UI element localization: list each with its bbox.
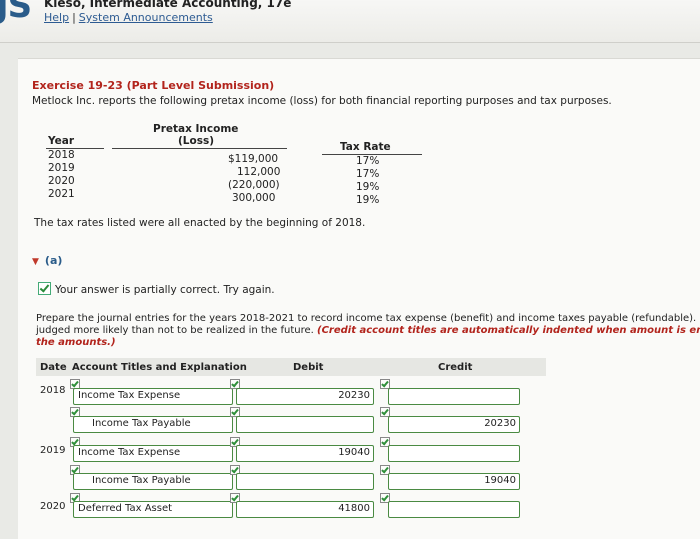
credit-input[interactable]: 20230 <box>388 416 520 433</box>
caret-down-icon: ▼ <box>32 257 39 267</box>
top-bar: JS Kieso, Intermediate Accounting, 17e H… <box>0 0 700 43</box>
account-input[interactable]: Income Tax Expense <box>73 445 233 462</box>
tax-row-rate: 19% <box>356 194 380 206</box>
part-a-label: (a) <box>44 254 63 267</box>
credit-input[interactable] <box>388 501 520 518</box>
pretax-header-rule <box>112 148 287 149</box>
account-input[interactable]: Income Tax Payable <box>73 473 233 490</box>
partially-correct-icon <box>38 282 51 295</box>
account-input[interactable]: Income Tax Expense <box>73 388 233 405</box>
app-logo: JS <box>0 0 32 26</box>
answer-status: Your answer is partially correct. Try ag… <box>38 282 275 296</box>
debit-input[interactable] <box>236 473 374 490</box>
tax-row-income: 112,000 <box>237 166 281 178</box>
debit-input[interactable]: 20230 <box>236 388 374 405</box>
tax-row-income: $119,000 <box>228 153 279 165</box>
instructions: Prepare the journal entries for the year… <box>36 313 700 349</box>
credit-input[interactable] <box>388 445 520 462</box>
pretax-header-line2: (Loss) <box>178 135 215 147</box>
exercise-title: Exercise 19-23 (Part Level Submission) <box>32 79 275 92</box>
tax-row-year: 2020 <box>48 175 75 187</box>
tax-row-rate: 17% <box>356 155 380 167</box>
tax-row-income: (220,000) <box>228 179 280 191</box>
entry-year: 2019 <box>40 445 66 456</box>
exercise-description: Metlock Inc. reports the following preta… <box>32 95 612 107</box>
tax-rate-header: Tax Rate <box>340 141 391 153</box>
pretax-header-line1: Pretax Income <box>153 123 239 135</box>
date-col-header: Date <box>40 362 67 373</box>
part-a-toggle[interactable]: ▼ (a) <box>32 254 62 267</box>
exercise-panel: Exercise 19-23 (Part Level Submission) M… <box>18 58 700 539</box>
tax-row-income: 300,000 <box>232 192 276 204</box>
tax-row-year: 2018 <box>48 149 75 161</box>
credit-col-header: Credit <box>438 362 473 373</box>
debit-input[interactable]: 41800 <box>236 501 374 518</box>
tax-rate-note: The tax rates listed were all enacted by… <box>34 217 366 229</box>
account-col-header: Account Titles and Explanation <box>72 362 247 373</box>
entry-year: 2018 <box>40 385 66 396</box>
credit-input[interactable]: 19040 <box>388 473 520 490</box>
journal-header: Date Account Titles and Explanation Debi… <box>36 358 546 376</box>
book-title: Kieso, Intermediate Accounting, 17e <box>44 0 292 10</box>
account-input[interactable]: Deferred Tax Asset <box>73 501 233 518</box>
account-input[interactable]: Income Tax Payable <box>73 416 233 433</box>
tax-row-rate: 19% <box>356 181 380 193</box>
link-separator: | <box>72 11 76 24</box>
debit-input[interactable]: 19040 <box>236 445 374 462</box>
top-links: Help | System Announcements <box>44 11 213 24</box>
tax-table: Pretax Income Year (Loss) Tax Rate 2018 … <box>32 123 442 207</box>
debit-input[interactable] <box>236 416 374 433</box>
entry-year: 2020 <box>40 501 66 512</box>
tax-row-year: 2019 <box>48 162 75 174</box>
credit-input[interactable] <box>388 388 520 405</box>
debit-col-header: Debit <box>293 362 324 373</box>
tax-row-year: 2021 <box>48 188 75 200</box>
answer-status-text: Your answer is partially correct. Try ag… <box>55 284 275 296</box>
help-link[interactable]: Help <box>44 11 69 24</box>
year-header: Year <box>48 135 75 147</box>
system-announcements-link[interactable]: System Announcements <box>79 11 213 24</box>
tax-row-rate: 17% <box>356 168 380 180</box>
